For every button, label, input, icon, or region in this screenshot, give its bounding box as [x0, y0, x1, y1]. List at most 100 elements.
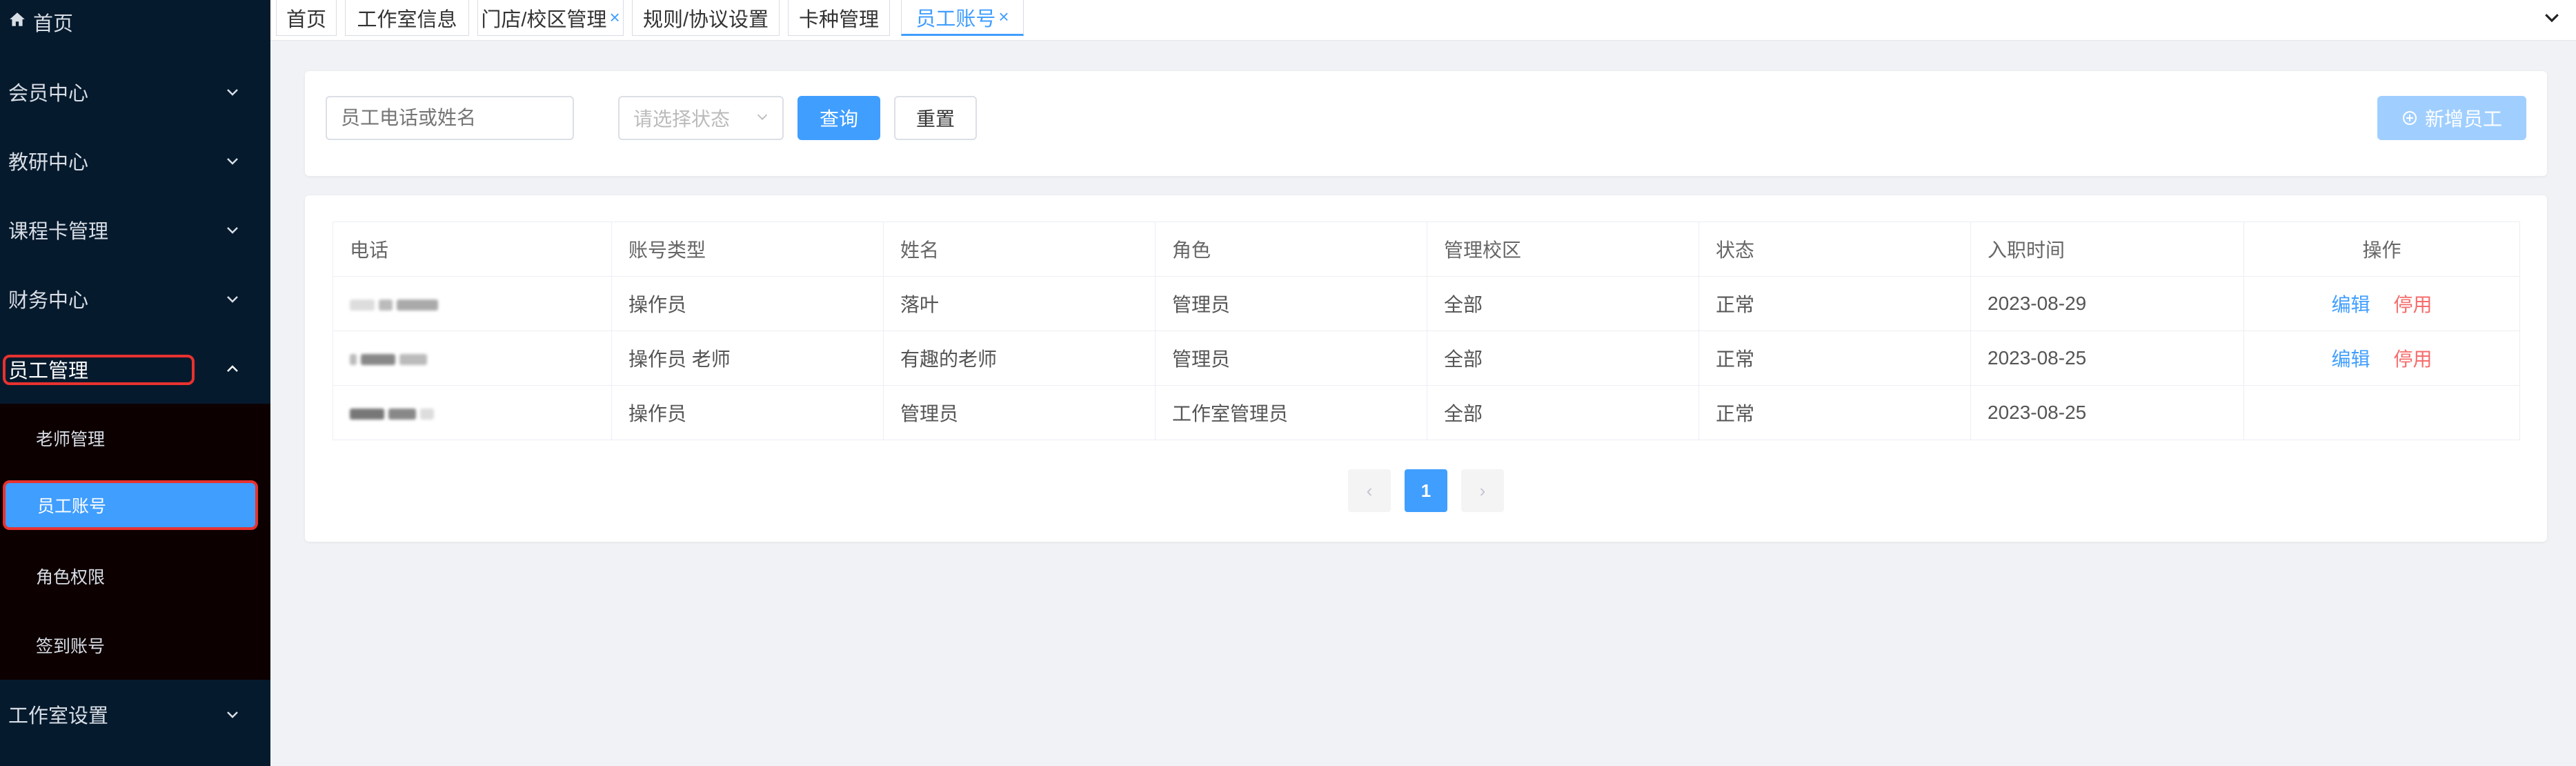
sidebar-item-home[interactable]: 首页 [0, 0, 270, 44]
staff-submenu: 老师管理 员工账号 角色权限 签到账号 [0, 404, 270, 680]
tab-label: 门店/校区管理 [481, 8, 607, 31]
table-row: 操作员 落叶 管理员 全部 正常 2023-08-29 编辑 停用 [333, 276, 2520, 331]
highlight-annotation [3, 355, 195, 385]
sidebar-item-course-card[interactable]: 课程卡管理 [0, 195, 270, 264]
chevron-up-icon [222, 359, 243, 380]
account-type-cell: 操作员 老师 [611, 331, 884, 386]
sidebar-item-label: 签到账号 [36, 637, 106, 656]
search-panel: 请选择状态 查询 重置 新增员工 [305, 71, 2547, 176]
chevron-down-icon [222, 219, 243, 240]
tab-home[interactable]: 首页 [276, 0, 337, 36]
search-input[interactable] [326, 96, 574, 140]
table-header-row: 电话 账号类型 姓名 角色 管理校区 状态 入职时间 操作 [333, 222, 2520, 277]
status-select-placeholder: 请选择状态 [633, 108, 731, 130]
join-date-cell: 2023-08-25 [1970, 331, 2244, 386]
sidebar-item-label: 工作室设置 [8, 705, 109, 727]
disable-link[interactable]: 停用 [2394, 294, 2433, 315]
tab-studio-info[interactable]: 工作室信息 [345, 0, 469, 36]
table-row: 操作员 老师 有趣的老师 管理员 全部 正常 2023-08-25 编辑 停用 [333, 331, 2520, 386]
close-icon[interactable]: × [609, 7, 620, 28]
status-cell: 正常 [1698, 331, 1971, 386]
tab-rules-settings[interactable]: 规则/协议设置 [632, 0, 780, 36]
column-header: 操作 [2243, 222, 2520, 277]
sidebar-item-label: 员工账号 [37, 497, 107, 516]
edit-link[interactable]: 编辑 [2331, 294, 2370, 315]
status-cell: 正常 [1698, 385, 1971, 440]
sidebar-item-label: 财务中心 [8, 290, 89, 312]
account-type-cell: 操作员 [611, 385, 884, 440]
sidebar: 首页 会员中心 教研中心 课程卡管理 财务中心 员工管理 老师管理 员工账号 角… [0, 0, 270, 766]
tab-staff-account[interactable]: 员工账号 × [901, 0, 1024, 36]
sidebar-item-member-center[interactable]: 会员中心 [0, 57, 270, 126]
sidebar-item-teaching-center[interactable]: 教研中心 [0, 126, 270, 195]
query-button[interactable]: 查询 [797, 96, 880, 140]
staff-table: 电话 账号类型 姓名 角色 管理校区 状态 入职时间 操作 操作员 落叶 管理员… [333, 222, 2520, 440]
actions-cell [2243, 385, 2520, 440]
chevron-down-icon [755, 107, 770, 129]
table-row: 操作员 管理员 工作室管理员 全部 正常 2023-08-25 [333, 385, 2520, 440]
account-type-cell: 操作员 [611, 276, 884, 331]
name-cell: 有趣的老师 [883, 331, 1156, 386]
campus-cell: 全部 [1427, 331, 1699, 386]
phone-cell-redacted [333, 276, 612, 331]
column-header: 姓名 [883, 222, 1156, 277]
column-header: 状态 [1698, 222, 1971, 277]
chevron-down-icon [222, 81, 243, 102]
add-staff-label: 新增员工 [2424, 108, 2502, 130]
tab-label: 卡种管理 [798, 8, 879, 31]
table-panel: 电话 账号类型 姓名 角色 管理校区 状态 入职时间 操作 操作员 落叶 管理员… [305, 195, 2547, 542]
role-cell: 工作室管理员 [1155, 385, 1427, 440]
status-cell: 正常 [1698, 276, 1971, 331]
sidebar-item-label: 老师管理 [36, 430, 106, 449]
actions-cell: 编辑 停用 [2243, 276, 2520, 331]
home-icon [8, 10, 26, 34]
sidebar-item-role-permission[interactable]: 角色权限 [0, 542, 270, 611]
role-cell: 管理员 [1155, 276, 1427, 331]
tab-label: 首页 [286, 8, 326, 31]
plus-circle-icon [2401, 110, 2418, 126]
reset-button[interactable]: 重置 [894, 96, 977, 140]
sidebar-item-studio-settings[interactable]: 工作室设置 [0, 680, 270, 749]
page-button-1[interactable]: 1 [1405, 469, 1447, 512]
join-date-cell: 2023-08-29 [1970, 276, 2244, 331]
phone-cell-redacted [333, 385, 612, 440]
actions-cell: 编辑 停用 [2243, 331, 2520, 386]
column-header: 账号类型 [611, 222, 884, 277]
status-select[interactable]: 请选择状态 [618, 96, 784, 140]
sidebar-item-label: 课程卡管理 [8, 221, 109, 243]
sidebar-item-checkin-account[interactable]: 签到账号 [0, 611, 270, 680]
tab-label: 员工账号 [915, 8, 996, 30]
close-icon[interactable]: × [998, 6, 1009, 28]
tab-label: 工作室信息 [357, 8, 457, 31]
sidebar-item-finance-center[interactable]: 财务中心 [0, 264, 270, 333]
column-header: 入职时间 [1970, 222, 2244, 277]
sidebar-item-label: 首页 [33, 13, 74, 35]
tab-campus-management[interactable]: 门店/校区管理 × [477, 0, 624, 36]
column-header: 电话 [333, 222, 612, 277]
chevron-down-icon [222, 704, 243, 725]
role-cell: 管理员 [1155, 331, 1427, 386]
tab-label: 规则/协议设置 [642, 8, 769, 31]
chevron-down-icon [222, 288, 243, 309]
prev-page-button[interactable]: ‹ [1348, 469, 1391, 512]
sidebar-item-label: 角色权限 [36, 568, 106, 587]
sidebar-item-teacher-management[interactable]: 老师管理 [0, 404, 270, 473]
tabs-bar: 首页 工作室信息 门店/校区管理 × 规则/协议设置 卡种管理 员工账号 × [270, 0, 2576, 41]
name-cell: 落叶 [883, 276, 1156, 331]
chevron-down-icon[interactable] [2542, 7, 2562, 28]
sidebar-item-staff-account[interactable]: 员工账号 [3, 480, 258, 530]
tab-card-management[interactable]: 卡种管理 [788, 0, 890, 36]
sidebar-item-label: 会员中心 [8, 83, 89, 105]
column-header: 管理校区 [1427, 222, 1699, 277]
name-cell: 管理员 [883, 385, 1156, 440]
join-date-cell: 2023-08-25 [1970, 385, 2244, 440]
sidebar-item-label: 教研中心 [8, 152, 89, 174]
phone-cell-redacted [333, 331, 612, 386]
campus-cell: 全部 [1427, 385, 1699, 440]
campus-cell: 全部 [1427, 276, 1699, 331]
edit-link[interactable]: 编辑 [2331, 348, 2370, 370]
disable-link[interactable]: 停用 [2394, 348, 2433, 370]
add-staff-button[interactable]: 新增员工 [2377, 96, 2526, 140]
next-page-button[interactable]: › [1461, 469, 1504, 512]
column-header: 角色 [1155, 222, 1427, 277]
